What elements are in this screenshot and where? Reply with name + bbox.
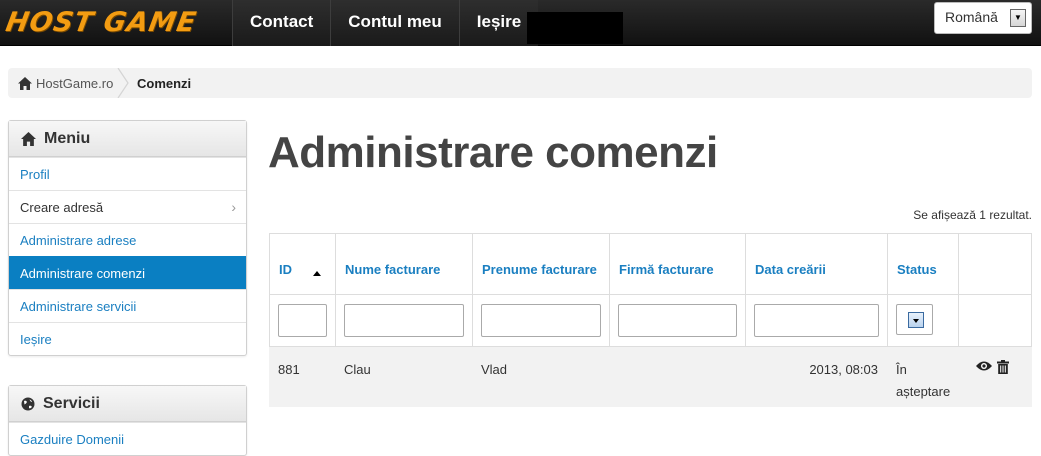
cell-status: În așteptare	[896, 362, 951, 399]
sidebar-item-administrare-comenzi[interactable]: Administrare comenzi	[9, 256, 246, 289]
cell-actions	[958, 347, 1032, 407]
filter-cell	[473, 295, 610, 346]
filter-id-input[interactable]	[278, 304, 327, 337]
sidebar-menu-header: Meniu	[9, 121, 246, 157]
column-header-actions	[959, 234, 1031, 294]
cell-prenume: Vlad	[481, 362, 508, 377]
home-icon	[18, 77, 32, 90]
cell-id: 881	[278, 362, 300, 377]
filter-cell	[610, 295, 746, 346]
sidebar-item-gazduire-domenii[interactable]: Gazduire Domenii	[9, 422, 246, 455]
breadcrumb-separator-icon	[117, 68, 129, 98]
filter-status-select[interactable]	[896, 304, 933, 335]
cell-firma	[609, 347, 745, 407]
column-header-label: ID	[279, 262, 292, 277]
cell-nume: Clau	[344, 362, 371, 377]
main-nav: Contact Contul meu Ieșire	[232, 0, 539, 46]
filter-cell	[959, 295, 1031, 346]
logo[interactable]: HOST GAME	[3, 6, 199, 40]
top-bar: HOST GAME Contact Contul meu Ieșire Româ…	[0, 0, 1041, 46]
sidebar-item-iesire[interactable]: Ieșire	[9, 322, 246, 355]
chevron-down-icon[interactable]	[908, 312, 924, 328]
column-header-data[interactable]: Data creării	[746, 234, 888, 294]
chevron-right-icon: ›	[231, 199, 236, 215]
sidebar-item-administrare-adrese[interactable]: Administrare adrese	[9, 223, 246, 256]
column-header-firma[interactable]: Firmă facturare	[610, 234, 746, 294]
filter-data-input[interactable]	[754, 304, 879, 337]
breadcrumb: HostGame.ro Comenzi	[8, 68, 1032, 98]
nav-account[interactable]: Contul meu	[330, 0, 459, 46]
sidebar-services-header: Servicii	[9, 386, 246, 422]
globe-icon	[21, 397, 35, 410]
cell-data: 2013, 08:03	[809, 362, 878, 377]
language-value: Română	[945, 9, 998, 25]
filter-cell	[270, 295, 336, 346]
results-summary: Se afișează 1 rezultat.	[913, 208, 1032, 222]
sidebar-menu: Meniu Profil Creare adresă › Administrar…	[8, 120, 247, 356]
sidebar-services: Servicii Gazduire Domenii	[8, 385, 247, 456]
grid-header-row: ID Nume facturare Prenume facturare Firm…	[269, 233, 1032, 295]
chevron-down-icon[interactable]: ▼	[1010, 9, 1026, 27]
orders-grid: ID Nume facturare Prenume facturare Firm…	[269, 233, 1032, 407]
breadcrumb-home-label: HostGame.ro	[36, 76, 114, 91]
sidebar-item-administrare-servicii[interactable]: Administrare servicii	[9, 289, 246, 322]
breadcrumb-home[interactable]: HostGame.ro	[18, 76, 113, 91]
column-header-nume[interactable]: Nume facturare	[336, 234, 473, 294]
sort-asc-icon	[313, 271, 321, 276]
eye-icon[interactable]	[976, 360, 992, 372]
sidebar-services-title: Servicii	[43, 394, 100, 412]
language-select[interactable]: Română ▼	[934, 2, 1032, 34]
filter-cell	[336, 295, 473, 346]
column-header-id[interactable]: ID	[270, 234, 336, 294]
sidebar-item-creare-adresa[interactable]: Creare adresă ›	[9, 190, 246, 223]
breadcrumb-current: Comenzi	[137, 76, 192, 91]
trash-icon[interactable]	[997, 360, 1009, 374]
page-title: Administrare comenzi	[268, 128, 718, 177]
grid-filter-row	[269, 295, 1032, 347]
redacted-area	[527, 12, 623, 44]
table-row: 881 Clau Vlad 2013, 08:03 În așteptare	[269, 347, 1032, 407]
column-header-status[interactable]: Status	[888, 234, 959, 294]
sidebar-menu-title: Meniu	[44, 129, 91, 147]
filter-prenume-input[interactable]	[481, 304, 601, 337]
filter-cell	[888, 295, 959, 346]
sidebar-item-label: Creare adresă	[20, 200, 104, 215]
nav-contact[interactable]: Contact	[232, 0, 331, 46]
home-icon	[21, 131, 36, 146]
filter-nume-input[interactable]	[344, 304, 464, 337]
column-header-prenume[interactable]: Prenume facturare	[473, 234, 610, 294]
filter-cell	[746, 295, 888, 346]
sidebar-item-profil[interactable]: Profil	[9, 157, 246, 190]
filter-firma-input[interactable]	[618, 304, 737, 337]
